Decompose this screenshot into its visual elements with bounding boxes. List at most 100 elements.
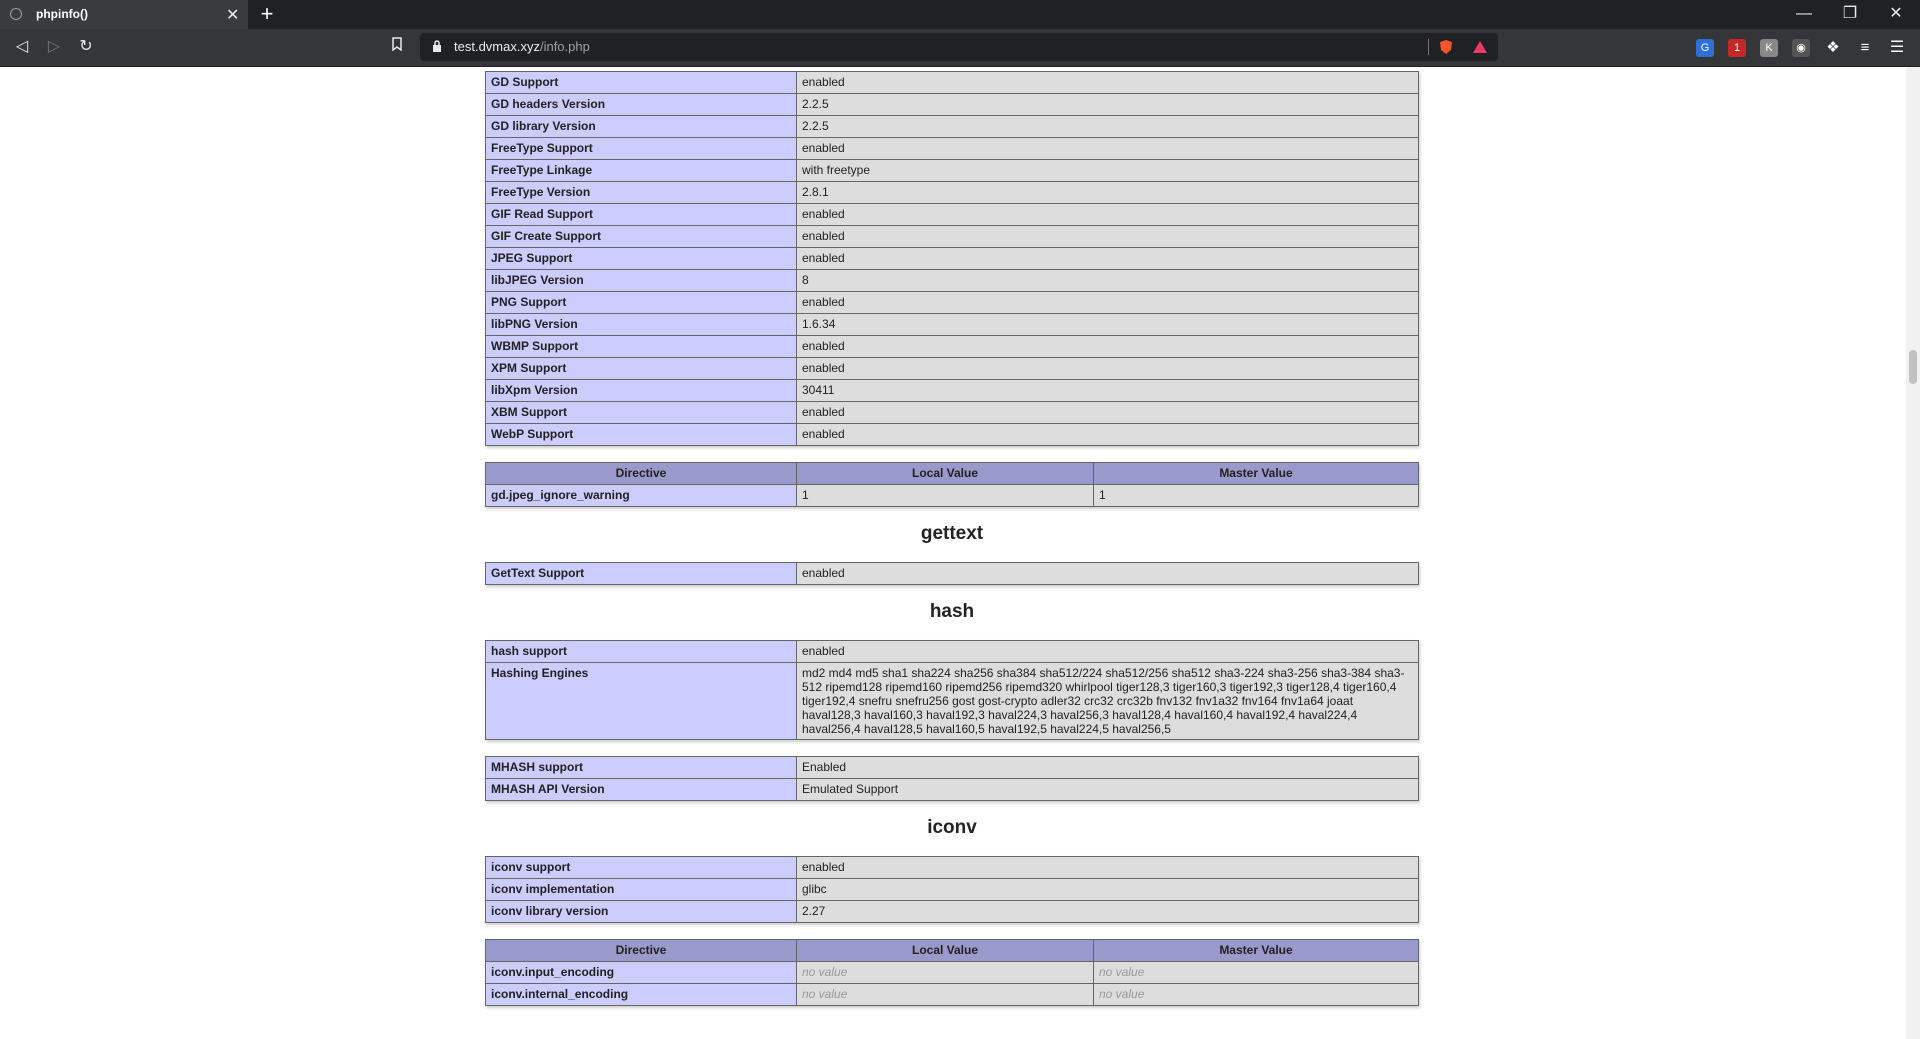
row-key: PNG Support — [485, 291, 797, 314]
row-key: libXpm Version — [485, 379, 797, 402]
master-value-header: Master Value — [1093, 939, 1419, 962]
row-value: enabled — [796, 357, 1419, 380]
bookmark-icon[interactable] — [383, 35, 411, 59]
globe-icon — [10, 8, 22, 20]
mhash-table: MHASH support Enabled MHASH API Version … — [485, 756, 1419, 801]
row-key: WebP Support — [485, 423, 797, 446]
gd-table: GD Support enabled GD headers Version 2.2.5… — [485, 71, 1419, 446]
tab-title: phpinfo() — [36, 7, 88, 21]
table-row: iconv implementation glibc — [485, 878, 1419, 901]
master-value-header: Master Value — [1093, 462, 1419, 485]
table-row: XPM Support enabled — [485, 357, 1419, 380]
lock-icon — [433, 40, 441, 52]
row-key: GIF Create Support — [485, 225, 797, 248]
row-value: enabled — [796, 401, 1419, 424]
extensions-puzzle-icon[interactable]: ❖ — [1824, 39, 1842, 57]
row-value: enabled — [796, 71, 1419, 94]
brave-shields-icon[interactable] — [1438, 39, 1454, 55]
row-value: enabled — [796, 562, 1419, 585]
master-value: no value — [1093, 983, 1419, 1006]
master-value: no value — [1093, 961, 1419, 984]
extension-k-icon[interactable]: K — [1760, 39, 1778, 57]
row-value: enabled — [796, 335, 1419, 358]
table-row: PNG Support enabled — [485, 291, 1419, 314]
restore-icon[interactable]: ❐ — [1830, 3, 1870, 25]
minimize-icon[interactable]: — — [1784, 3, 1824, 25]
row-value: 1.6.34 — [796, 313, 1419, 336]
table-row: MHASH API Version Emulated Support — [485, 778, 1419, 801]
url-path: /info.php — [539, 39, 590, 54]
close-tab-icon[interactable]: ✕ — [226, 5, 239, 25]
row-value: md2 md4 md5 sha1 sha224 sha256 sha384 sh… — [796, 662, 1419, 740]
row-key: MHASH support — [485, 756, 797, 779]
row-value: enabled — [796, 225, 1419, 248]
table-row: FreeType Version 2.8.1 — [485, 181, 1419, 204]
table-row: iconv library version 2.27 — [485, 900, 1419, 923]
row-key: XBM Support — [485, 401, 797, 424]
row-value: enabled — [796, 203, 1419, 226]
row-value: 2.2.5 — [796, 93, 1419, 116]
row-key: Hashing Engines — [485, 662, 797, 740]
table-row: WebP Support enabled — [485, 423, 1419, 446]
scrollbar-thumb[interactable] — [1909, 350, 1917, 384]
row-key: iconv library version — [485, 900, 797, 923]
page-viewport: GD Support enabled GD headers Version 2.2.5… — [0, 67, 1906, 1039]
row-key: GD Support — [485, 71, 797, 94]
extension-badge-icon[interactable]: 1 — [1728, 39, 1746, 57]
back-icon[interactable]: ◁ — [8, 35, 36, 59]
forward-icon[interactable]: ▷ — [40, 35, 68, 59]
directive-name: iconv.input_encoding — [485, 961, 797, 984]
hash-table: hash support enabled Hashing Engines md2… — [485, 640, 1419, 740]
table-row: iconv.internal_encoding no value no valu… — [485, 983, 1419, 1006]
table-row: hash support enabled — [485, 640, 1419, 663]
row-key: WBMP Support — [485, 335, 797, 358]
url-text: test.dvmax.xyz/info.php — [454, 39, 590, 54]
section-title-iconv: iconv — [927, 817, 977, 838]
table-row: GD library Version 2.2.5 — [485, 115, 1419, 138]
table-row: libJPEG Version 8 — [485, 269, 1419, 292]
row-key: XPM Support — [485, 357, 797, 380]
section-title-gettext: gettext — [920, 523, 984, 544]
table-row: XBM Support enabled — [485, 401, 1419, 424]
menu-icon[interactable]: ☰ — [1888, 39, 1906, 57]
table-row: libXpm Version 30411 — [485, 379, 1419, 402]
close-window-icon[interactable]: ✕ — [1876, 3, 1916, 25]
new-tab-button[interactable]: + — [256, 2, 278, 26]
tab-bar: phpinfo() ✕ + — ❐ ✕ — [0, 0, 1920, 29]
row-value: 8 — [796, 269, 1419, 292]
row-value: enabled — [796, 137, 1419, 160]
master-value: 1 — [1093, 484, 1419, 507]
table-row: gd.jpeg_ignore_warning 1 1 — [485, 484, 1419, 507]
row-key: GIF Read Support — [485, 203, 797, 226]
table-row: GIF Create Support enabled — [485, 225, 1419, 248]
url-host: test.dvmax.xyz — [454, 39, 540, 54]
table-row: iconv.input_encoding no value no value — [485, 961, 1419, 984]
table-row: MHASH support Enabled — [485, 756, 1419, 779]
table-row: FreeType Support enabled — [485, 137, 1419, 160]
address-bar[interactable]: test.dvmax.xyz/info.php — [420, 33, 1498, 61]
section-title-hash: hash — [929, 601, 975, 622]
translate-extension-icon[interactable]: G — [1696, 39, 1714, 57]
row-key: FreeType Version — [485, 181, 797, 204]
table-row: GetText Support enabled — [485, 562, 1419, 585]
reload-icon[interactable]: ↻ — [72, 35, 100, 59]
row-value: 2.27 — [796, 900, 1419, 923]
tab-phpinfo[interactable]: phpinfo() ✕ — [0, 0, 248, 29]
row-value: 2.8.1 — [796, 181, 1419, 204]
directive-name: gd.jpeg_ignore_warning — [485, 484, 797, 507]
iconv-table: iconv support enabled iconv implementati… — [485, 856, 1419, 923]
table-row: JPEG Support enabled — [485, 247, 1419, 270]
table-row: Hashing Engines md2 md4 md5 sha1 sha224 … — [485, 662, 1419, 740]
row-value: enabled — [796, 423, 1419, 446]
table-row: WBMP Support enabled — [485, 335, 1419, 358]
brave-rewards-icon[interactable] — [1472, 39, 1488, 55]
playlist-icon[interactable]: ≡ — [1856, 39, 1874, 57]
gd-directives-table: Directive Local Value Master Value gd.jp… — [485, 462, 1419, 507]
table-row: libPNG Version 1.6.34 — [485, 313, 1419, 336]
extension-glasses-icon[interactable]: ◉ — [1792, 39, 1810, 57]
local-value: 1 — [796, 484, 1094, 507]
row-value: enabled — [796, 291, 1419, 314]
table-row: iconv support enabled — [485, 856, 1419, 879]
row-value: enabled — [796, 247, 1419, 270]
page-scrollbar[interactable] — [1906, 67, 1920, 1039]
